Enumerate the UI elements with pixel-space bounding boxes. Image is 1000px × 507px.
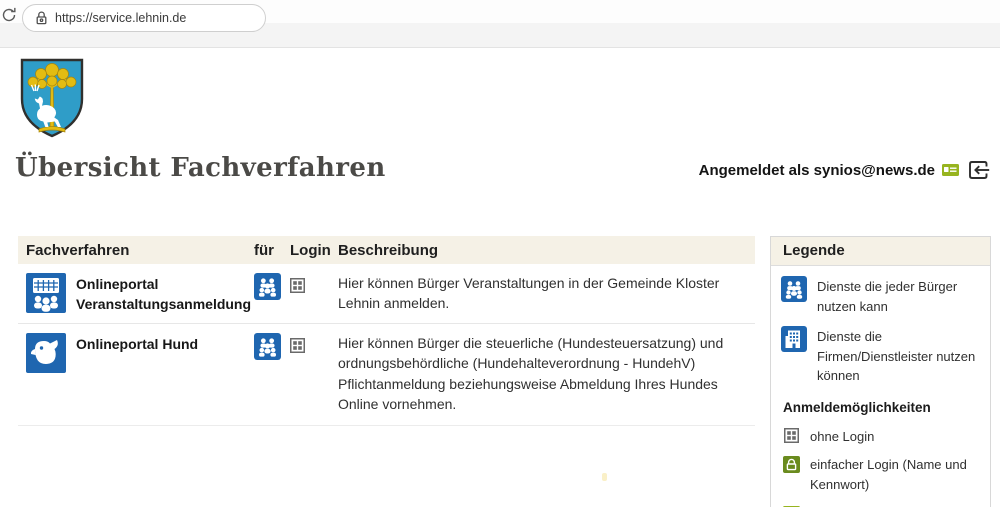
no-login-grid-icon [290, 278, 305, 293]
col-fuer: für [246, 242, 282, 259]
legend-title: Legende [771, 237, 990, 266]
legend-panel: Legende Dienste die jeder Bürger nutzen … [770, 236, 991, 507]
login-status: Angemeldet als synios@news.de [699, 158, 990, 182]
table-header-row: Fachverfahren für Login Beschreibung [18, 236, 755, 264]
kloster-lehnin-coat-of-arms [18, 57, 86, 139]
col-login: Login [282, 242, 330, 259]
citizens-group-icon [781, 276, 807, 302]
logged-in-text: Angemeldet als synios@news.de [699, 162, 935, 179]
legend-item-label: Dienste die Firmen/Dienstleister nutzen … [817, 326, 980, 386]
legend-item-personalausweis: elektronischer Personalausweis [781, 503, 980, 507]
site-security-lock-icon[interactable] [35, 10, 48, 26]
table-row-veranstaltungsanmeldung[interactable]: Onlineportal Veranstaltungsanmeldung [18, 264, 755, 323]
service-description: Hier können Bürger die steuerliche (Hund… [330, 324, 755, 423]
refresh-icon[interactable] [0, 5, 19, 25]
no-login-grid-icon [290, 338, 305, 353]
event-registration-icon [26, 273, 66, 313]
browser-toolbar: https://service.lehnin.de [0, 0, 1000, 48]
legend-item-citizens: Dienste die jeder Bürger nutzen kann [781, 276, 980, 316]
citizens-group-icon [254, 333, 281, 360]
service-description: Hier können Bürger Veranstaltungen in de… [330, 264, 755, 323]
logout-icon[interactable] [966, 158, 990, 182]
legend-login-heading: Anmeldemöglichkeiten [783, 400, 980, 415]
table-row-onlineportal-hund[interactable]: Onlineportal Hund [18, 323, 755, 423]
table-bottom-rule [18, 425, 755, 426]
service-title[interactable]: Onlineportal Veranstaltungsanmeldung [76, 273, 251, 314]
url-text[interactable]: https://service.lehnin.de [55, 11, 186, 25]
legend-item-label: einfacher Login (Name und Kennwort) [810, 455, 980, 494]
dog-icon [26, 333, 66, 373]
service-title[interactable]: Onlineportal Hund [76, 333, 198, 355]
companies-building-icon [781, 326, 807, 352]
render-artifact-dot [602, 473, 607, 481]
col-fachverfahren: Fachverfahren [18, 242, 246, 259]
address-bar[interactable]: https://service.lehnin.de [22, 4, 266, 32]
service-portal-window: https://service.lehnin.de Übersicht Fach… [0, 0, 1000, 507]
citizens-group-icon [254, 273, 281, 300]
legend-item-label: ohne Login [810, 427, 874, 447]
legend-item-ohne-login: ohne Login [781, 427, 980, 447]
simple-login-lock-icon [783, 456, 800, 473]
legend-item-einfacher-login: einfacher Login (Name und Kennwort) [781, 455, 980, 494]
legend-item-companies: Dienste die Firmen/Dienstleister nutzen … [781, 326, 980, 386]
page-title: Übersicht Fachverfahren [15, 153, 386, 183]
services-table: Fachverfahren für Login Beschreibung [18, 236, 755, 426]
legend-item-label: Dienste die jeder Bürger nutzen kann [817, 276, 980, 316]
no-login-grid-icon [783, 428, 800, 443]
legend-item-label: elektronischer Personalausweis [810, 503, 980, 507]
col-beschreibung: Beschreibung [330, 242, 755, 259]
eid-card-icon [942, 164, 959, 176]
